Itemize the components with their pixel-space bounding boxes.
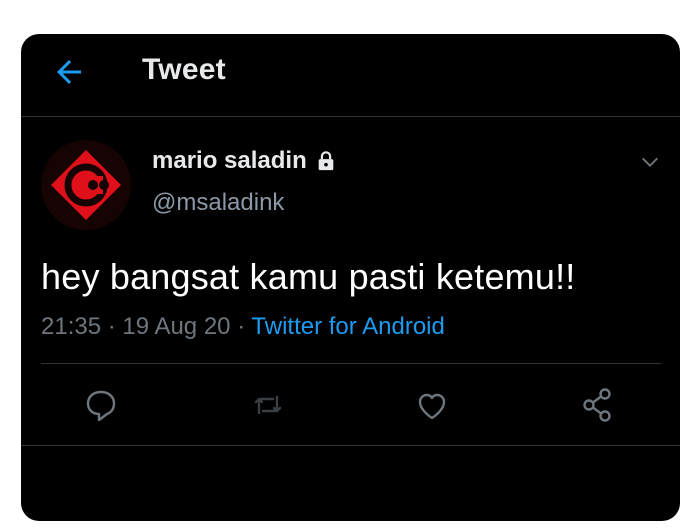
lock-icon: [318, 151, 334, 171]
meta-separator: ·: [237, 313, 252, 340]
heart-icon[interactable]: [412, 383, 452, 427]
author-name[interactable]: mario saladin: [152, 147, 307, 175]
top-bar: Tweet: [21, 34, 680, 117]
author-handle[interactable]: @msaladink: [152, 189, 284, 217]
page-title: Tweet: [142, 53, 226, 86]
chevron-down-icon[interactable]: [639, 151, 661, 173]
avatar-logo-icon: [41, 140, 131, 230]
tweet-source-link[interactable]: Twitter for Android: [251, 313, 444, 340]
tweet-detail-card: Tweet mario saladin @msaladink hey bangs…: [21, 34, 680, 521]
back-arrow-icon[interactable]: [51, 54, 87, 90]
tweet-time: 21:35: [41, 313, 102, 340]
avatar[interactable]: [41, 140, 131, 230]
tweet-actions-bar: [21, 383, 680, 431]
author-name-row: mario saladin: [152, 147, 337, 175]
tweet-text: hey bangsat kamu pasti ketemu!!: [41, 256, 576, 297]
retweet-icon[interactable]: [248, 383, 288, 427]
divider: [41, 363, 661, 364]
share-icon[interactable]: [577, 383, 617, 427]
reply-icon[interactable]: [81, 383, 121, 427]
tweet-meta: 21:35 · 19 Aug 20 · Twitter for Android: [41, 313, 445, 341]
meta-separator: ·: [107, 313, 123, 340]
divider: [21, 445, 680, 446]
tweet-date: 19 Aug 20: [122, 313, 231, 340]
